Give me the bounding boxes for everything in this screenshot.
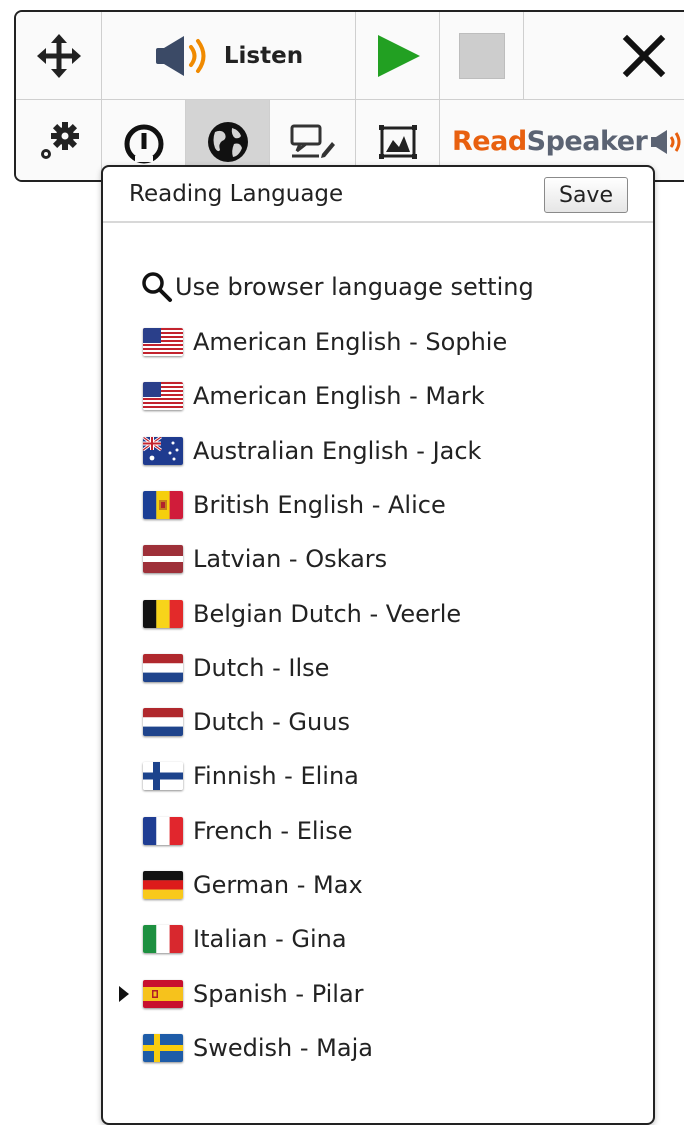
language-option[interactable]: Italian - Gina bbox=[103, 912, 653, 966]
language-label: American English - Mark bbox=[193, 382, 485, 411]
fr-flag-icon bbox=[143, 816, 183, 845]
text-settings-icon bbox=[290, 124, 335, 158]
language-label: German - Max bbox=[193, 871, 363, 899]
browser-language-option[interactable]: Use browser language setting bbox=[103, 260, 653, 314]
panel-title: Reading Language bbox=[129, 181, 344, 207]
language-option[interactable]: Australian English - Jack bbox=[103, 424, 653, 478]
language-label: Australian English - Jack bbox=[193, 436, 482, 465]
language-label: Swedish - Maja bbox=[193, 1033, 373, 1062]
language-label: British English - Alice bbox=[193, 490, 446, 519]
language-option[interactable]: Dutch - Guus bbox=[103, 695, 653, 749]
close-icon bbox=[622, 34, 666, 77]
language-label: Finnish - Elina bbox=[193, 762, 359, 791]
nl-flag-icon bbox=[143, 653, 183, 682]
language-option[interactable]: Swedish - Maja bbox=[103, 1021, 653, 1075]
language-label: Italian - Gina bbox=[193, 925, 347, 954]
selected-arrow-icon bbox=[119, 985, 129, 1002]
play-button[interactable] bbox=[356, 12, 440, 100]
play-icon bbox=[377, 34, 420, 77]
ad-flag-icon bbox=[143, 490, 183, 519]
language-label: Dutch - Guus bbox=[193, 708, 350, 737]
listen-label: Listen bbox=[223, 42, 304, 69]
fi-flag-icon bbox=[143, 762, 183, 791]
language-option[interactable]: Latvian - Oskars bbox=[103, 532, 653, 586]
language-option[interactable]: American English - Mark bbox=[103, 369, 653, 423]
image-icon bbox=[378, 124, 417, 159]
language-label: Spanish - Pilar bbox=[193, 979, 364, 1008]
logo-read-text: Read bbox=[452, 126, 527, 157]
language-option[interactable]: Dutch - Ilse bbox=[103, 641, 653, 695]
close-button[interactable] bbox=[524, 12, 684, 100]
globe-icon bbox=[207, 121, 248, 162]
es-flag-icon bbox=[143, 979, 183, 1008]
se-flag-icon bbox=[143, 1033, 183, 1062]
language-option[interactable]: Belgian Dutch - Veerle bbox=[103, 587, 653, 641]
language-option[interactable]: Spanish - Pilar bbox=[103, 967, 653, 1021]
language-option[interactable]: British English - Alice bbox=[103, 478, 653, 532]
reading-language-panel: Reading Language Save Use browser langua… bbox=[101, 165, 655, 1125]
language-option[interactable]: German - Max bbox=[103, 858, 653, 912]
language-option[interactable]: Finnish - Elina bbox=[103, 749, 653, 803]
move-icon bbox=[36, 33, 81, 78]
speaker-icon bbox=[155, 35, 206, 76]
language-label: Latvian - Oskars bbox=[193, 545, 388, 574]
panel-header: Reading Language Save bbox=[103, 167, 653, 223]
language-option[interactable]: French - Elise bbox=[103, 804, 653, 858]
de-flag-icon bbox=[143, 871, 183, 899]
au-flag-icon bbox=[143, 436, 183, 465]
stop-button[interactable] bbox=[440, 12, 524, 100]
settings-button[interactable] bbox=[16, 100, 102, 180]
browser-language-label: Use browser language setting bbox=[175, 273, 534, 301]
settings-icon bbox=[40, 121, 79, 159]
be-flag-icon bbox=[143, 599, 183, 628]
readspeaker-speaker-icon bbox=[651, 129, 681, 154]
lv-flag-icon bbox=[143, 545, 183, 574]
stop-icon bbox=[458, 32, 505, 79]
language-label: Belgian Dutch - Veerle bbox=[193, 599, 462, 628]
move-button[interactable] bbox=[16, 12, 102, 100]
listen-button[interactable]: Listen bbox=[102, 12, 356, 100]
nl-flag-icon bbox=[143, 708, 183, 737]
it-flag-icon bbox=[143, 925, 183, 954]
language-option[interactable]: American English - Sophie bbox=[103, 315, 653, 369]
us-flag-icon bbox=[143, 328, 183, 356]
logo-speaker-text: Speaker bbox=[526, 126, 648, 157]
search-icon bbox=[142, 272, 172, 302]
language-label: French - Elise bbox=[193, 816, 353, 845]
language-label: Dutch - Ilse bbox=[193, 653, 330, 682]
us-flag-icon bbox=[143, 382, 183, 411]
save-button[interactable]: Save bbox=[544, 177, 628, 213]
speed-icon bbox=[124, 124, 163, 163]
language-label: American English - Sophie bbox=[193, 328, 508, 356]
readspeaker-toolbar: Listen ReadSpeaker bbox=[14, 10, 684, 182]
